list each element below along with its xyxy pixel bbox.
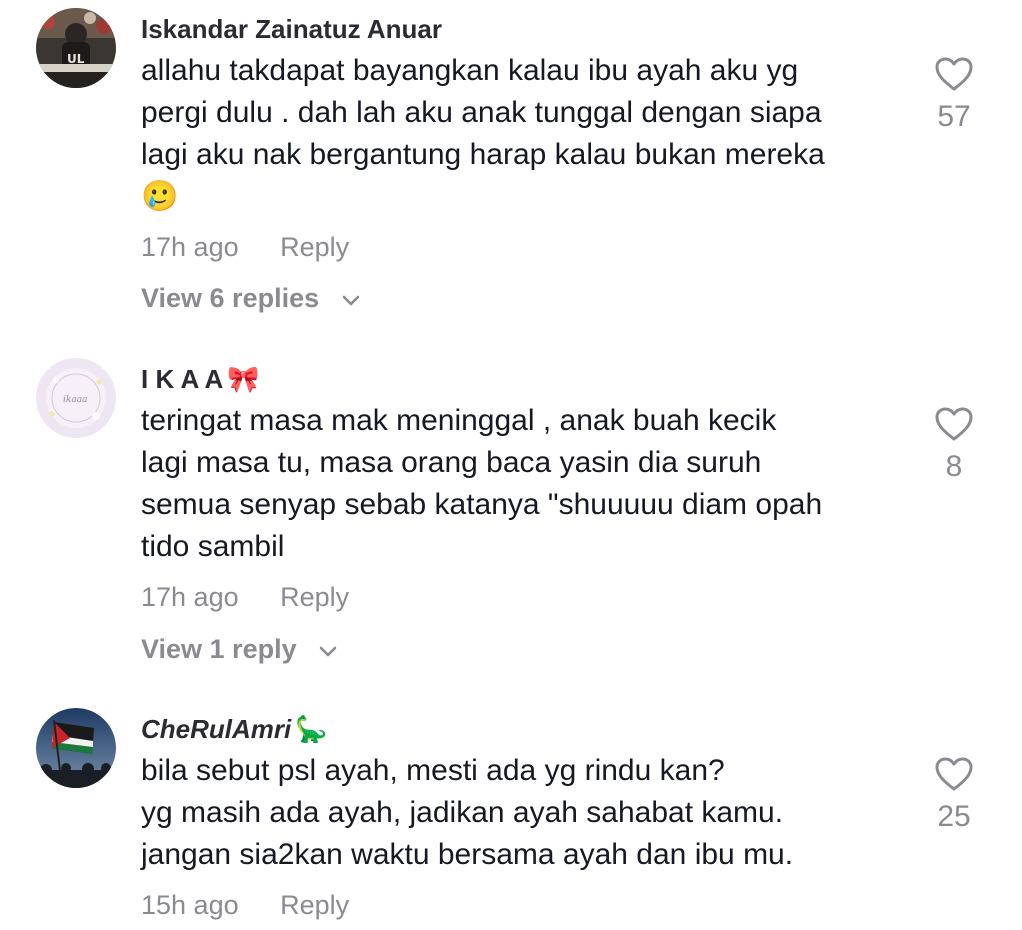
comment-list: UL Iskandar Zainatuz Anuar allahu takdap… [0,0,1022,930]
comment-text: allahu takdapat bayangkan kalau ibu ayah… [141,50,901,218]
heart-icon [920,406,988,442]
comment-line: lagi masa tu, masa orang baca yasin dia … [141,446,762,479]
heart-icon [920,56,988,92]
view-replies-label: View 1 reply [141,634,297,664]
comment-text: teringat masa mak meninggal , anak buah … [141,400,901,568]
comment-meta: 15h ago Reply [141,890,349,921]
comment-meta: 17h ago Reply [141,232,349,263]
avatar[interactable] [36,708,116,788]
chevron-down-icon [318,635,338,666]
username[interactable]: Iskandar Zainatuz Anuar [141,14,442,45]
heart-icon [920,756,988,792]
comment-line: jangan sia2kan waktu bersama ayah dan ib… [141,838,794,871]
username[interactable]: I K A A 🎀 [141,364,260,395]
comment-line: yg masih ada ayah, jadikan ayah sahabat … [141,796,784,829]
timestamp: 17h ago [141,582,239,612]
avatar[interactable]: UL [36,8,116,88]
comment-line: pergi dulu . dah lah aku anak tunggal de… [141,96,822,129]
comment-line: semua senyap sebab katanya "shuuuuu diam… [141,488,823,521]
avatar-image: ikaaa [36,358,116,438]
username-text: CheRulAmri [141,714,292,744]
timestamp: 17h ago [141,232,239,262]
like-count: 57 [937,100,971,133]
reply-button[interactable]: Reply [280,890,349,920]
username-text: I K A A [141,364,224,394]
username[interactable]: CheRulAmri 🦕 [141,714,328,745]
reply-button[interactable]: Reply [280,232,349,262]
view-replies-button[interactable]: View 6 replies [141,283,361,315]
comment-line: bila sebut psl ayah, mesti ada yg rindu … [141,754,725,787]
bow-emoji: 🎀 [227,364,260,394]
like-count: 8 [945,450,963,483]
comment-line: lagi aku nak bergantung harap kalau buka… [141,138,825,171]
comment-line: allahu takdapat bayangkan kalau ibu ayah… [141,54,799,87]
timestamp: 15h ago [141,890,239,920]
avatar-image [36,708,116,788]
like-button[interactable]: 8 [920,406,988,484]
comment-emoji: 🥲 [141,180,179,213]
view-replies-label: View 6 replies [141,283,320,313]
reply-button[interactable]: Reply [280,582,349,612]
svg-text:ikaaa: ikaaa [63,395,87,405]
dinosaur-emoji: 🦕 [295,714,328,744]
like-button[interactable]: 57 [920,56,988,134]
comment-line: teringat masa mak meninggal , anak buah … [141,404,777,437]
avatar[interactable]: ikaaa [36,358,116,438]
comment-line: tido sambil [141,530,285,563]
like-count: 25 [937,800,971,833]
svg-text:UL: UL [67,52,85,66]
comment-meta: 17h ago Reply [141,582,349,613]
comment-text: bila sebut psl ayah, mesti ada yg rindu … [141,750,901,876]
username-text: Iskandar Zainatuz Anuar [141,14,442,44]
view-replies-button[interactable]: View 1 reply [141,634,338,666]
avatar-image: UL [36,8,116,88]
like-button[interactable]: 25 [920,756,988,834]
chevron-down-icon [341,284,361,315]
